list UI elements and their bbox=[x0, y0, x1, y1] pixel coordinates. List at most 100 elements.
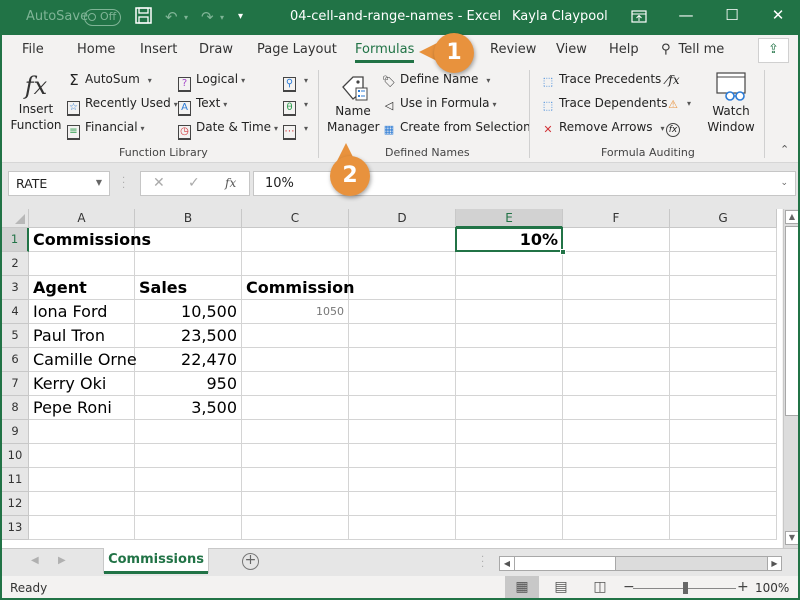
cell-c4[interactable]: 1050 bbox=[242, 300, 349, 324]
cell-d9[interactable] bbox=[349, 420, 456, 444]
tab-insert[interactable]: Insert bbox=[140, 42, 177, 57]
column-header-g[interactable]: G bbox=[670, 209, 777, 228]
cell-b10[interactable] bbox=[135, 444, 242, 468]
scroll-left-icon[interactable]: ◀ bbox=[500, 557, 514, 570]
tell-me-search[interactable]: ⚲ Tell me bbox=[661, 42, 724, 57]
tab-page-layout[interactable]: Page Layout bbox=[257, 42, 337, 57]
cell-b8[interactable]: 3,500 bbox=[135, 396, 242, 420]
cell-e8[interactable] bbox=[456, 396, 563, 420]
cell-g13[interactable] bbox=[670, 516, 777, 540]
cell-b3[interactable]: Sales bbox=[135, 276, 242, 300]
row-header-12[interactable]: 12 bbox=[2, 492, 29, 516]
trace-dependents-button[interactable]: ⬚ Trace Dependents bbox=[541, 96, 668, 113]
recently-used-button[interactable]: ☆ Recently Used ▾ bbox=[67, 96, 178, 116]
add-sheet-icon[interactable]: + bbox=[242, 553, 259, 570]
cell-a2[interactable] bbox=[29, 252, 135, 276]
cell-a13[interactable] bbox=[29, 516, 135, 540]
cell-a12[interactable] bbox=[29, 492, 135, 516]
cell-e2[interactable] bbox=[456, 252, 563, 276]
cell-a6[interactable]: Camille Orne bbox=[29, 348, 137, 372]
watch-window-button[interactable]: Watch Window bbox=[704, 71, 758, 135]
cell-g12[interactable] bbox=[670, 492, 777, 516]
cell-f10[interactable] bbox=[563, 444, 670, 468]
cell-b9[interactable] bbox=[135, 420, 242, 444]
cell-c3[interactable]: Commission bbox=[242, 276, 354, 300]
lookup-reference-button[interactable]: ⚲ ▾ bbox=[283, 72, 308, 92]
zoom-slider-handle[interactable] bbox=[682, 582, 688, 594]
ribbon-display-icon[interactable] bbox=[627, 6, 651, 28]
define-name-button[interactable]: 🏷 Define Name ▾ bbox=[382, 72, 490, 89]
vertical-scroll-thumb[interactable] bbox=[785, 226, 798, 416]
cell-a7[interactable]: Kerry Oki bbox=[29, 372, 135, 396]
column-header-d[interactable]: D bbox=[349, 209, 456, 228]
evaluate-formula-button[interactable]: fx bbox=[666, 119, 684, 137]
chevron-down-icon[interactable]: ▼ bbox=[96, 178, 102, 187]
cell-d6[interactable] bbox=[349, 348, 456, 372]
cell-g8[interactable] bbox=[670, 396, 777, 420]
date-time-button[interactable]: ◷ Date & Time ▾ bbox=[178, 120, 278, 140]
remove-arrows-button[interactable]: ✕ Remove Arrows ▾ bbox=[541, 120, 664, 137]
cell-a8[interactable]: Pepe Roni bbox=[29, 396, 135, 420]
cell-b2[interactable] bbox=[135, 252, 242, 276]
cell-f9[interactable] bbox=[563, 420, 670, 444]
name-manager-button[interactable]: Name Manager bbox=[327, 71, 380, 135]
cell-c1[interactable] bbox=[242, 228, 349, 252]
error-checking-button[interactable]: ⚠ ▾ bbox=[666, 95, 691, 112]
cell-c12[interactable] bbox=[242, 492, 349, 516]
cell-d11[interactable] bbox=[349, 468, 456, 492]
trace-precedents-button[interactable]: ⬚ Trace Precedents bbox=[541, 72, 661, 89]
redo-dropdown-icon[interactable]: ▾ bbox=[220, 13, 224, 22]
normal-view-icon[interactable]: ▦ bbox=[505, 576, 539, 598]
create-from-selection-button[interactable]: ▦ Create from Selection bbox=[382, 120, 531, 137]
cell-f1[interactable] bbox=[563, 228, 670, 252]
cell-d10[interactable] bbox=[349, 444, 456, 468]
worksheet-grid[interactable]: A B C D E F G 1 Commissions 10% 2 3 Agent Sales Commis… bbox=[2, 209, 782, 548]
save-icon[interactable] bbox=[135, 7, 152, 28]
cell-c13[interactable] bbox=[242, 516, 349, 540]
cell-d13[interactable] bbox=[349, 516, 456, 540]
minimize-icon[interactable]: — bbox=[674, 6, 698, 28]
cell-e11[interactable] bbox=[456, 468, 563, 492]
cell-g11[interactable] bbox=[670, 468, 777, 492]
cell-e12[interactable] bbox=[456, 492, 563, 516]
cell-g10[interactable] bbox=[670, 444, 777, 468]
cell-c6[interactable] bbox=[242, 348, 349, 372]
resize-grip-icon[interactable]: · · · bbox=[122, 174, 125, 194]
name-box[interactable]: RATE ▼ bbox=[8, 171, 110, 196]
undo-dropdown-icon[interactable]: ▾ bbox=[184, 13, 188, 22]
scroll-up-icon[interactable]: ▲ bbox=[785, 210, 798, 224]
cell-b12[interactable] bbox=[135, 492, 242, 516]
cell-f6[interactable] bbox=[563, 348, 670, 372]
cell-d7[interactable] bbox=[349, 372, 456, 396]
page-break-view-icon[interactable]: ◫ bbox=[583, 576, 617, 598]
sheet-tab-commissions[interactable]: Commissions bbox=[103, 548, 209, 574]
cell-c7[interactable] bbox=[242, 372, 349, 396]
scroll-down-icon[interactable]: ▼ bbox=[785, 531, 798, 545]
next-sheet-icon[interactable]: ▶ bbox=[58, 555, 66, 566]
row-header-5[interactable]: 5 bbox=[2, 324, 29, 348]
cell-b11[interactable] bbox=[135, 468, 242, 492]
cell-d1[interactable] bbox=[349, 228, 456, 252]
cell-b5[interactable]: 23,500 bbox=[135, 324, 242, 348]
scroll-right-icon[interactable]: ▶ bbox=[767, 557, 781, 570]
cancel-icon[interactable]: ✕ bbox=[153, 175, 165, 191]
cell-g9[interactable] bbox=[670, 420, 777, 444]
tab-file[interactable]: File bbox=[22, 42, 44, 57]
row-header-13[interactable]: 13 bbox=[2, 516, 29, 540]
autosave-toggle[interactable]: Off bbox=[84, 9, 121, 26]
cell-d8[interactable] bbox=[349, 396, 456, 420]
cell-e10[interactable] bbox=[456, 444, 563, 468]
row-header-6[interactable]: 6 bbox=[2, 348, 29, 372]
row-header-11[interactable]: 11 bbox=[2, 468, 29, 492]
math-trig-button[interactable]: θ ▾ bbox=[283, 96, 308, 116]
select-all-button[interactable] bbox=[2, 209, 29, 228]
tab-split-grip-icon[interactable]: · · · bbox=[481, 553, 484, 573]
cell-b6[interactable]: 22,470 bbox=[135, 348, 242, 372]
cell-e13[interactable] bbox=[456, 516, 563, 540]
cell-a11[interactable] bbox=[29, 468, 135, 492]
column-header-b[interactable]: B bbox=[135, 209, 242, 228]
cell-d5[interactable] bbox=[349, 324, 456, 348]
horizontal-scroll-thumb[interactable] bbox=[514, 557, 616, 570]
cell-f13[interactable] bbox=[563, 516, 670, 540]
use-in-formula-button[interactable]: ◁ Use in Formula ▾ bbox=[382, 96, 497, 113]
